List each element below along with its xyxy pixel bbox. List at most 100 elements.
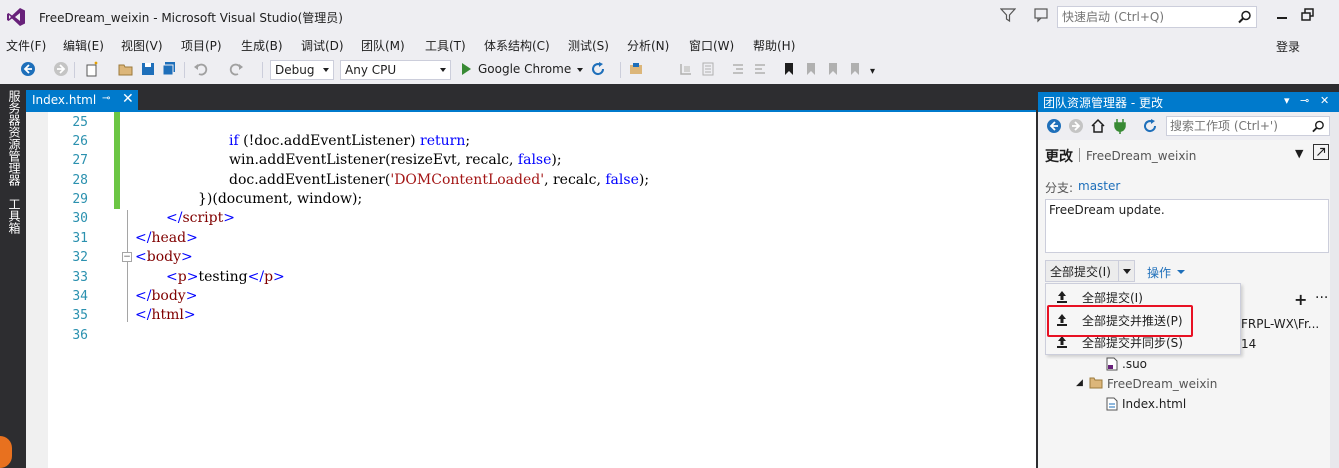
configuration-select[interactable]: Debug (270, 60, 334, 80)
forward-icon[interactable] (1068, 118, 1084, 134)
search-icon[interactable] (1312, 120, 1325, 133)
tab-label: Index.html (32, 93, 97, 107)
line-number: 28 (72, 173, 88, 188)
undo-icon[interactable] (193, 61, 209, 77)
tree-item-suo[interactable]: .suo (1122, 357, 1147, 371)
branch-link[interactable]: master (1078, 179, 1120, 193)
close-icon[interactable]: ✕ (1320, 94, 1329, 107)
code-line-35: </html> (135, 307, 196, 323)
commit-all-button[interactable]: 全部提交(I) (1045, 260, 1135, 282)
chevron-down-icon[interactable] (1118, 261, 1134, 281)
code-line-26: if (!doc.addEventListener) return; (229, 133, 471, 149)
menu-architecture[interactable]: 体系结构(C) (484, 37, 550, 54)
menu-view[interactable]: 视图(V) (121, 37, 163, 54)
upload-icon (1057, 291, 1067, 303)
standard-toolbar: Debug Any CPU Google Chrome ▾ (0, 56, 1339, 84)
team-explorer-toolbar (1038, 112, 1339, 140)
chevron-down-icon[interactable] (1177, 270, 1185, 274)
browser-dropdown-icon[interactable] (577, 68, 583, 72)
line-number: 36 (72, 328, 88, 343)
actions-menu[interactable]: 操作 (1147, 264, 1171, 281)
expand-arrow-icon[interactable]: ◢ (1076, 378, 1083, 388)
connect-icon[interactable] (1112, 118, 1128, 134)
browser-label[interactable]: Google Chrome (478, 62, 571, 76)
redo-icon[interactable] (228, 61, 244, 77)
work-item-search[interactable] (1166, 116, 1330, 136)
menu-project[interactable]: 项目(P) (181, 37, 222, 54)
panel-menu-icon[interactable]: ▾ (1284, 94, 1290, 107)
feedback-icon[interactable] (1032, 7, 1050, 23)
quick-launch[interactable] (1057, 6, 1257, 28)
save-all-icon[interactable] (161, 61, 177, 77)
line-number: 31 (72, 231, 88, 246)
panel-scrollbar[interactable] (1330, 112, 1339, 468)
new-project-icon[interactable] (84, 61, 100, 77)
forward-icon[interactable] (53, 61, 69, 77)
platform-value: Any CPU (345, 63, 397, 77)
collapse-icon[interactable]: − (122, 252, 132, 262)
browser-link-icon[interactable] (628, 61, 644, 77)
server-explorer-tab[interactable]: 服务器资源管理器 (6, 90, 21, 186)
platform-select[interactable]: Any CPU (340, 60, 451, 80)
restore-button[interactable] (1300, 7, 1316, 23)
menu-help[interactable]: 帮助(H) (753, 37, 795, 54)
menu-test[interactable]: 测试(S) (568, 37, 609, 54)
pin-icon[interactable]: ⊸ (102, 93, 110, 104)
repository-name: FreeDream_weixin (1086, 149, 1197, 163)
back-icon[interactable] (20, 61, 36, 77)
login-link[interactable]: 登录 (1276, 38, 1300, 55)
more-icon[interactable]: ··· (1315, 290, 1328, 306)
page-menu-icon[interactable]: ▼ (1295, 147, 1303, 160)
code-line-27: win.addEventListener(resizeEvt, recalc, … (229, 152, 562, 168)
team-explorer-title-bar: 团队资源管理器 - 更改 ▾ ⊸ ✕ (1038, 92, 1339, 112)
tree-item-path[interactable]: FRPL-WX\Fr... (1241, 317, 1319, 331)
filter-icon[interactable] (1000, 7, 1016, 23)
refresh-icon[interactable] (590, 61, 606, 77)
prev-bookmark-icon (807, 63, 815, 75)
plus-icon[interactable]: + (1294, 290, 1307, 309)
minimize-button[interactable] (1274, 7, 1290, 23)
left-dock-strip: 服务器资源管理器 工具箱 (0, 84, 26, 468)
work-item-search-input[interactable] (1170, 117, 1310, 135)
home-icon[interactable] (1090, 118, 1106, 134)
menu-tools[interactable]: 工具(T) (425, 37, 466, 54)
commit-message-input[interactable]: FreeDream update. (1045, 199, 1329, 253)
run-icon[interactable] (458, 61, 474, 77)
line-number: 35 (72, 308, 88, 323)
refresh-icon[interactable] (1142, 118, 1158, 134)
close-icon[interactable]: ✕ (122, 91, 134, 107)
line-number: 32 (72, 250, 88, 265)
toolbox-tab[interactable]: 工具箱 (6, 198, 21, 234)
menu-team[interactable]: 团队(M) (361, 37, 405, 54)
search-icon[interactable] (1238, 10, 1252, 24)
bookmark-icon[interactable] (781, 61, 797, 77)
outlining-line (127, 210, 128, 322)
clear-bookmarks-icon (851, 63, 859, 75)
menu-file[interactable]: 文件(F) (6, 37, 46, 54)
menu-window[interactable]: 窗口(W) (689, 37, 734, 54)
indicator-margin (26, 112, 48, 468)
title-divider (1079, 148, 1080, 162)
file-icon (1106, 357, 1118, 371)
save-icon[interactable] (140, 61, 156, 77)
expand-icon[interactable] (1313, 144, 1329, 160)
code-line-33: <p>testing</p> (166, 269, 285, 285)
open-folder-icon[interactable] (118, 61, 134, 77)
tree-item-file[interactable]: Index.html (1122, 397, 1186, 411)
line-number: 26 (72, 134, 88, 149)
code-line-30: </script> (166, 210, 235, 226)
upload-icon (1057, 336, 1067, 348)
back-icon[interactable] (1046, 118, 1062, 134)
toolbar-overflow-icon[interactable]: ▾ (870, 66, 875, 77)
quick-launch-input[interactable] (1062, 7, 1232, 27)
breakpoint-tool-icon (680, 64, 691, 75)
code-line-29: })(document, window); (198, 191, 363, 207)
menu-edit[interactable]: 编辑(E) (63, 37, 104, 54)
tree-item-folder[interactable]: FreeDream_weixin (1107, 377, 1217, 391)
menu-build[interactable]: 生成(B) (241, 37, 283, 54)
menu-debug[interactable]: 调试(D) (301, 37, 344, 54)
pin-icon[interactable]: ⊸ (1300, 94, 1309, 107)
menu-analyze[interactable]: 分析(N) (627, 37, 669, 54)
tab-index-html[interactable]: Index.html ⊸ ✕ (26, 90, 138, 112)
code-line-28: doc.addEventListener('DOMContentLoaded',… (229, 172, 650, 188)
